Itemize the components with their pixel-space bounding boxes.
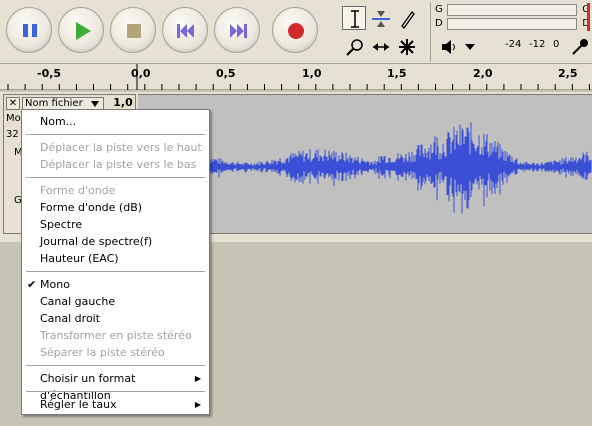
envelope-tool-icon [372,11,390,27]
playhead-marker-icon [136,64,138,90]
envelope-tool[interactable] [368,6,392,30]
chevron-down-icon[interactable] [463,42,477,52]
menu-item[interactable]: Mono ✔ [22,276,209,293]
multi-tool[interactable] [394,34,418,58]
level-meters: G D G D -24 -12 0 [430,2,592,62]
menu-item: Transformer en piste stéréo [22,327,209,344]
menu-item-label: Canal gauche [40,295,116,308]
menu-item-label: Séparer la piste stéréo [40,346,165,359]
playback-right-label: D [435,18,443,29]
timeshift-tool[interactable] [368,34,392,58]
selection-tool-icon [351,10,359,28]
tools-palette [338,4,424,60]
transport-controls [4,4,330,60]
multi-tool-icon [399,39,415,55]
menu-item: Séparer la piste stéréo [22,344,209,361]
menu-separator [22,130,209,139]
pause-icon [23,24,37,37]
menu-item-label: Régler le taux [40,398,117,411]
menu-item[interactable]: Forme d'onde (dB) [22,199,209,216]
zoom-tool-icon [346,39,363,56]
menu-separator [22,361,209,370]
menu-item[interactable]: Spectre [22,216,209,233]
track-close-button[interactable]: ✕ [6,97,20,110]
record-meter-marker [587,3,590,31]
menu-item[interactable]: Nom... [22,113,209,130]
playback-meter-left[interactable] [447,4,577,16]
menu-item-label: Mono [40,278,70,291]
play-icon [76,22,91,40]
chevron-down-icon [91,101,99,107]
menu-item-label: Forme d'onde [40,184,116,197]
skip-start-icon [177,24,194,38]
track-name-label: Nom fichier [25,98,83,109]
checkmark-icon: ✔ [27,278,37,291]
skip-end-button[interactable] [214,7,260,53]
menu-item-label: Hauteur (EAC) [40,252,119,265]
menu-item[interactable]: Régler le taux ▶ [22,396,209,413]
menu-item-label: Déplacer la piste vers le haut [40,141,202,154]
skip-end-icon [230,24,247,38]
menu-item-label: Transformer en piste stéréo [40,329,192,342]
playback-left-label: G [435,4,443,15]
waveform-trace [207,122,592,214]
menu-item: Forme d'onde [22,182,209,199]
menu-item[interactable]: Journal de spectre(f) [22,233,209,250]
play-button[interactable] [58,7,104,53]
track-info-bits: 32 [6,129,19,140]
menu-item-label: Spectre [40,218,83,231]
timeline-ruler[interactable]: -0,5 0,0 0,5 1,0 1,5 2,0 2,5 [0,64,592,90]
skip-start-button[interactable] [162,7,208,53]
menu-item[interactable]: Choisir un format d'échantillon ▶ [22,370,209,402]
pause-button[interactable] [6,7,52,53]
zoom-tool[interactable] [342,34,366,58]
meter-scale-3: 0 [553,39,560,50]
submenu-arrow-icon: ▶ [194,400,201,409]
microphone-icon [572,39,588,55]
menu-separator [22,387,209,396]
ruler-ticks [7,84,590,90]
track-info-mono: Mo [6,113,21,124]
menu-item-label: Déplacer la piste vers le bas [40,158,197,171]
record-icon [288,23,304,39]
track-context-menu: Nom... Déplacer la piste vers le haut Dépl… [21,109,210,415]
draw-tool[interactable] [394,6,418,30]
selection-tool[interactable] [342,6,366,30]
meter-scale-1: -24 [505,39,522,50]
menu-separator [22,173,209,182]
stop-button[interactable] [110,7,156,53]
menu-item[interactable]: Canal droit [22,310,209,327]
menu-item-label: Journal de spectre(f) [40,235,153,248]
menu-item-label: Nom... [40,115,77,128]
menu-item[interactable]: Canal gauche [22,293,209,310]
draw-tool-icon [401,10,415,30]
menu-item: Déplacer la piste vers le haut [22,139,209,156]
menu-item-label: Forme d'onde (dB) [40,201,143,214]
submenu-arrow-icon: ▶ [194,374,201,383]
stop-icon [127,24,141,38]
menu-separator [22,267,209,276]
meter-scale-2: -12 [529,39,546,50]
toolbar: G D G D -24 -12 0 [0,0,592,64]
menu-item[interactable]: Hauteur (EAC) [22,250,209,267]
menu-item-label: Canal droit [40,312,101,325]
playback-meter-right[interactable] [447,18,577,30]
timeshift-tool-icon [373,43,389,51]
speaker-icon [442,40,455,54]
menu-item: Déplacer la piste vers le bas [22,156,209,173]
record-button[interactable] [272,7,318,53]
